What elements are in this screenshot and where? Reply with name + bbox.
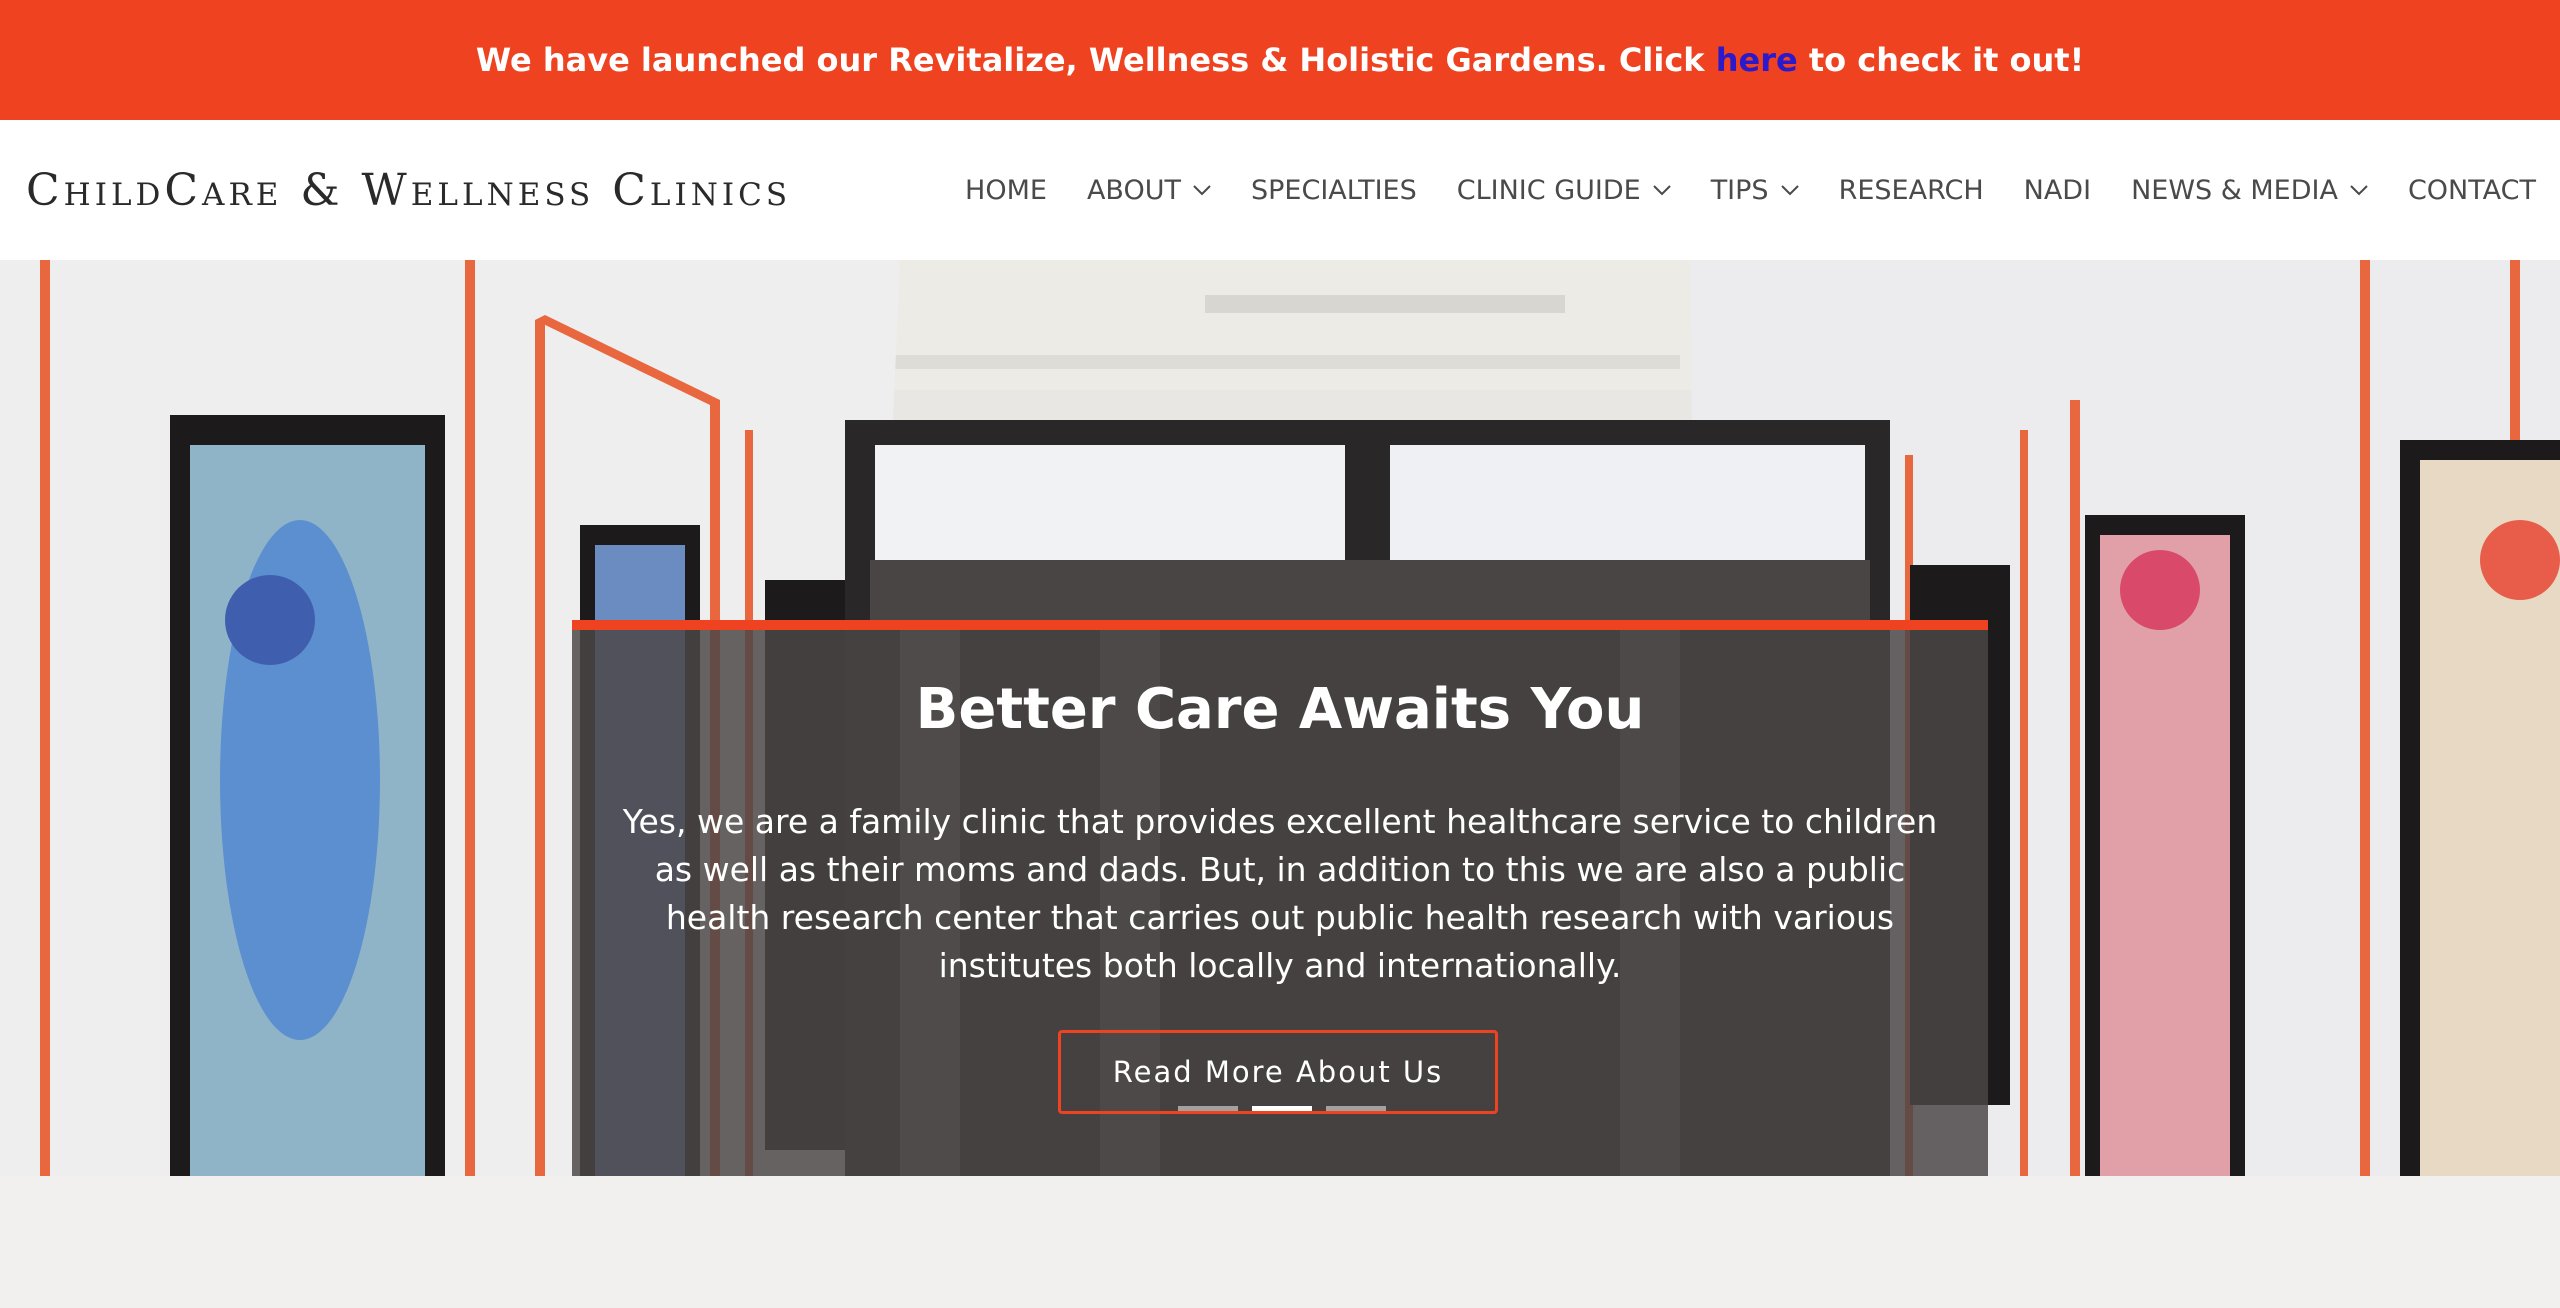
- nav-item-specialties[interactable]: SPECIALTIES: [1251, 175, 1417, 206]
- nav-item-nadi[interactable]: NADI: [2024, 175, 2091, 206]
- hero-slider: Better Care Awaits You Yes, we are a fam…: [0, 260, 2560, 1176]
- nav-item-label: CLINIC GUIDE: [1456, 174, 1641, 206]
- main-nav: HOME ABOUT SPECIALTIES CLINIC GUIDE TIPS…: [965, 175, 2536, 206]
- announcement-link[interactable]: here: [1716, 41, 1798, 79]
- nav-item-research[interactable]: RESEARCH: [1839, 175, 1984, 206]
- nav-item-contact[interactable]: CONTACT: [2408, 175, 2536, 206]
- nav-item-label: ABOUT: [1086, 174, 1181, 206]
- site-header: ChildCare & Wellness Clinics HOME ABOUT …: [0, 120, 2560, 260]
- hero-description: Yes, we are a family clinic that provide…: [622, 802, 1938, 985]
- nav-item-about[interactable]: ABOUT: [1087, 175, 1211, 206]
- hero-title: Better Care Awaits You: [915, 677, 1645, 742]
- slider-pagination: [1178, 1106, 1386, 1111]
- announcement-bar: We have launched our Revitalize, Wellnes…: [0, 0, 2560, 120]
- slider-dot-2[interactable]: [1252, 1106, 1312, 1111]
- nav-item-label: NEWS & MEDIA: [2131, 174, 2338, 206]
- chevron-down-icon: [1780, 185, 1799, 196]
- slider-dot-3[interactable]: [1326, 1106, 1386, 1111]
- content-section: [0, 1176, 2560, 1308]
- site-logo[interactable]: ChildCare & Wellness Clinics: [26, 165, 791, 216]
- announcement-text-before: We have launched our Revitalize, Wellnes…: [475, 41, 1705, 79]
- nav-item-news-media[interactable]: NEWS & MEDIA: [2131, 175, 2368, 206]
- nav-item-home[interactable]: HOME: [965, 175, 1047, 206]
- nav-item-label: RESEARCH: [1838, 174, 1984, 206]
- nav-item-clinic-guide[interactable]: CLINIC GUIDE: [1457, 175, 1671, 206]
- slider-dot-1[interactable]: [1178, 1106, 1238, 1111]
- nav-item-label: HOME: [965, 174, 1047, 206]
- hero-overlay-card: Better Care Awaits You Yes, we are a fam…: [572, 620, 1988, 1176]
- read-more-button[interactable]: Read More About Us: [1058, 1030, 1498, 1114]
- nav-item-label: SPECIALTIES: [1250, 174, 1417, 206]
- chevron-down-icon: [1652, 185, 1671, 196]
- nav-item-label: CONTACT: [2407, 174, 2536, 206]
- nav-item-label: NADI: [2023, 174, 2092, 206]
- nav-item-label: TIPS: [1710, 174, 1769, 206]
- chevron-down-icon: [2350, 185, 2368, 196]
- nav-item-tips[interactable]: TIPS: [1711, 175, 1799, 206]
- chevron-down-icon: [1193, 185, 1211, 196]
- announcement-text-after: to check it out!: [1808, 41, 2085, 79]
